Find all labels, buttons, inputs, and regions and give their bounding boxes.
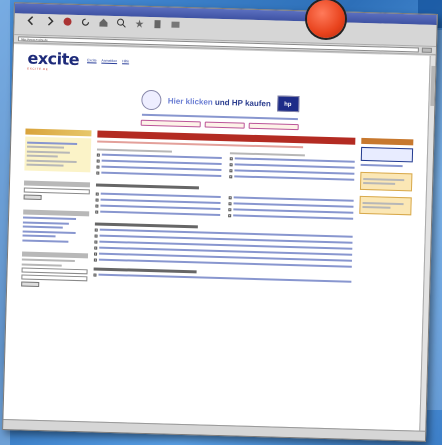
login-button[interactable] bbox=[21, 281, 40, 287]
go-button[interactable] bbox=[421, 47, 432, 53]
nav-link[interactable]: Hilfe bbox=[122, 59, 129, 63]
right-header bbox=[361, 137, 414, 146]
sidebar-box-header bbox=[25, 128, 92, 137]
home-icon bbox=[99, 18, 108, 27]
banner-text: Hier klicken und HP kaufen bbox=[167, 95, 271, 108]
search-button[interactable] bbox=[114, 17, 128, 35]
home-button[interactable] bbox=[96, 17, 110, 35]
forward-icon bbox=[47, 16, 54, 26]
channel-columns bbox=[95, 189, 354, 223]
right-sidebar bbox=[357, 137, 414, 307]
mail-icon bbox=[171, 21, 180, 28]
search-option[interactable] bbox=[248, 122, 299, 131]
section-title bbox=[94, 222, 199, 228]
promo-box[interactable] bbox=[359, 195, 412, 216]
quick-search-input[interactable] bbox=[23, 187, 90, 194]
top-nav: Excite Anmelden Hilfe bbox=[87, 58, 133, 63]
refresh-icon bbox=[81, 18, 90, 26]
favorites-button[interactable] bbox=[132, 18, 146, 36]
search-field[interactable] bbox=[140, 119, 201, 128]
category-columns bbox=[96, 146, 355, 185]
stop-button[interactable] bbox=[60, 16, 74, 34]
logo-text: excite bbox=[27, 48, 80, 69]
banner-logo-icon bbox=[141, 89, 163, 111]
forward-button[interactable] bbox=[42, 15, 56, 33]
mail-button[interactable] bbox=[168, 19, 182, 37]
promo-box[interactable] bbox=[359, 171, 413, 192]
favorites-icon bbox=[135, 19, 144, 28]
left-sidebar bbox=[21, 128, 92, 299]
quick-search-box bbox=[23, 180, 91, 201]
nav-link[interactable]: Anmelden bbox=[101, 59, 117, 63]
back-button[interactable] bbox=[24, 15, 38, 33]
scroll-thumb[interactable] bbox=[430, 65, 436, 106]
section-title bbox=[93, 266, 197, 273]
category-select[interactable] bbox=[204, 121, 245, 129]
partner-logo[interactable] bbox=[360, 146, 414, 163]
username-input[interactable] bbox=[21, 267, 88, 275]
content-columns bbox=[21, 128, 414, 308]
password-input[interactable] bbox=[21, 274, 88, 282]
search-icon bbox=[117, 18, 126, 28]
hp-logo: hp bbox=[276, 95, 300, 113]
nav-link[interactable]: Excite bbox=[87, 58, 97, 62]
stop-icon bbox=[63, 17, 72, 26]
back-icon bbox=[27, 15, 34, 25]
red-dot-marker bbox=[307, 0, 345, 38]
sidebar-links bbox=[22, 209, 90, 243]
refresh-button[interactable] bbox=[78, 16, 92, 34]
print-button[interactable] bbox=[150, 18, 164, 36]
page-header: excite EXCITE.DE Excite Anmelden Hilfe bbox=[27, 48, 416, 90]
page-viewport: excite EXCITE.DE Excite Anmelden Hilfe H… bbox=[3, 44, 430, 431]
login-box bbox=[21, 250, 89, 288]
quick-search-button[interactable] bbox=[23, 194, 42, 200]
browser-window: http://www.excite.de excite EXCITE.DE Ex… bbox=[2, 2, 438, 442]
sidebar-box bbox=[24, 128, 92, 172]
main-content bbox=[93, 130, 356, 306]
section-title bbox=[95, 183, 200, 189]
site-logo[interactable]: excite EXCITE.DE bbox=[27, 48, 80, 72]
print-icon bbox=[154, 19, 161, 28]
